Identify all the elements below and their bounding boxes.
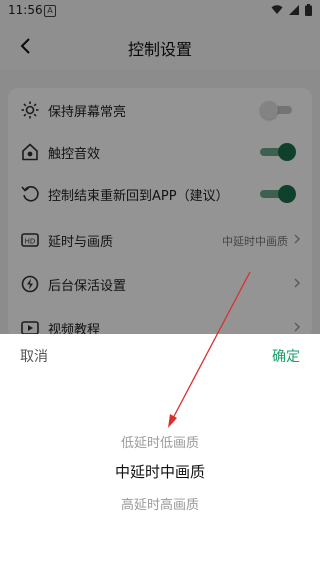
modal-overlay[interactable] bbox=[0, 0, 320, 336]
picker-option[interactable]: 高延时高画质 bbox=[0, 494, 320, 513]
settings-screen: 11:56 A 控制设置 保持屏幕常亮 触控音效 控制结束重新回到APP（建议）… bbox=[0, 0, 320, 568]
confirm-button[interactable]: 确定 bbox=[272, 346, 300, 366]
picker-option[interactable]: 低延时低画质 bbox=[0, 432, 320, 451]
cancel-button[interactable]: 取消 bbox=[20, 346, 48, 366]
picker-option-selected[interactable]: 中延时中画质 bbox=[0, 461, 320, 482]
quality-picker-sheet: 取消 确定 低延时低画质 中延时中画质 高延时高画质 bbox=[0, 334, 320, 568]
